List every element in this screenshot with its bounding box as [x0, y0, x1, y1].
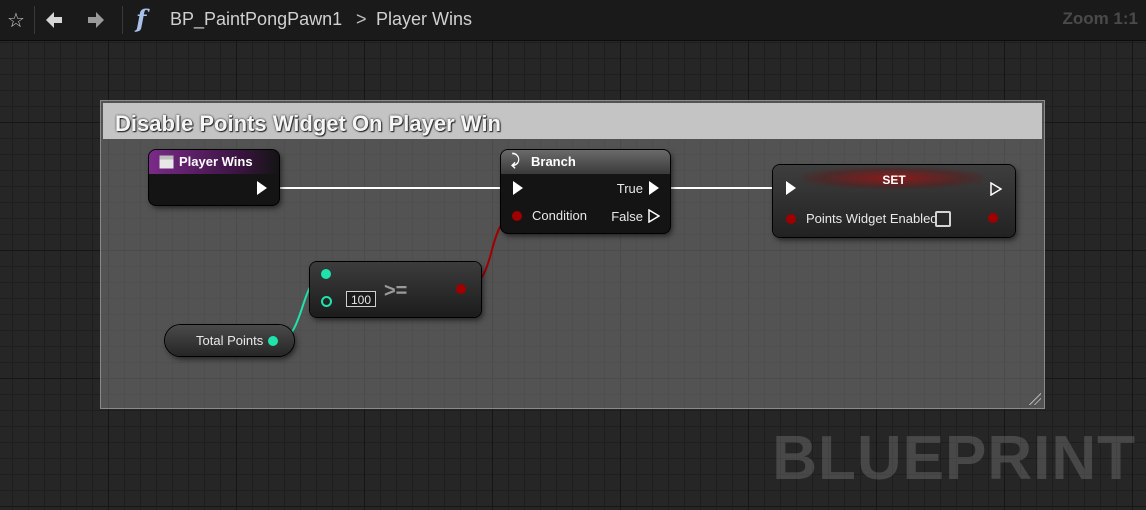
exec-in-pin[interactable]	[513, 181, 523, 195]
compare-literal-input[interactable]: 100	[346, 291, 376, 307]
compare-node[interactable]: 100 >=	[310, 262, 481, 317]
branch-header[interactable]: ⤸ Branch	[501, 150, 670, 174]
branch-false-label: False	[611, 209, 643, 224]
player-wins-header[interactable]: Player Wins	[149, 150, 279, 174]
true-exec-pin[interactable]	[649, 181, 659, 195]
compare-operator: >=	[384, 280, 408, 302]
condition-pin[interactable]	[512, 211, 522, 221]
compare-input-b-pin[interactable]	[321, 296, 332, 307]
total-points-node[interactable]: Total Points	[165, 325, 294, 356]
set-value-output-pin[interactable]	[988, 213, 998, 223]
set-value-checkbox[interactable]	[935, 211, 951, 227]
event-icon	[159, 155, 174, 169]
set-node[interactable]: SET Points Widget Enabled	[773, 165, 1015, 237]
set-value-input-pin[interactable]	[786, 214, 796, 224]
branch-node[interactable]: ⤸ Branch True Condition False	[501, 150, 670, 233]
total-points-output-pin[interactable]	[268, 336, 278, 346]
compare-output-pin[interactable]	[456, 284, 466, 294]
branch-title: Branch	[531, 154, 576, 169]
set-exec-out-pin[interactable]	[990, 182, 1002, 196]
total-points-label: Total Points	[196, 333, 264, 348]
false-exec-pin[interactable]	[648, 209, 660, 223]
set-exec-in-pin[interactable]	[786, 181, 796, 195]
branch-true-label: True	[616, 181, 643, 196]
compare-input-a-pin[interactable]	[321, 269, 331, 279]
set-title: SET	[882, 173, 906, 187]
exec-out-pin[interactable]	[257, 181, 267, 195]
player-wins-title: Player Wins	[179, 154, 253, 169]
branch-condition-label: Condition	[532, 208, 587, 223]
branch-icon: ⤸	[511, 152, 521, 169]
player-wins-node[interactable]: Player Wins	[149, 150, 279, 205]
blueprint-watermark: BLUEPRINT	[772, 424, 1136, 493]
set-var-label: Points Widget Enabled	[806, 211, 938, 226]
